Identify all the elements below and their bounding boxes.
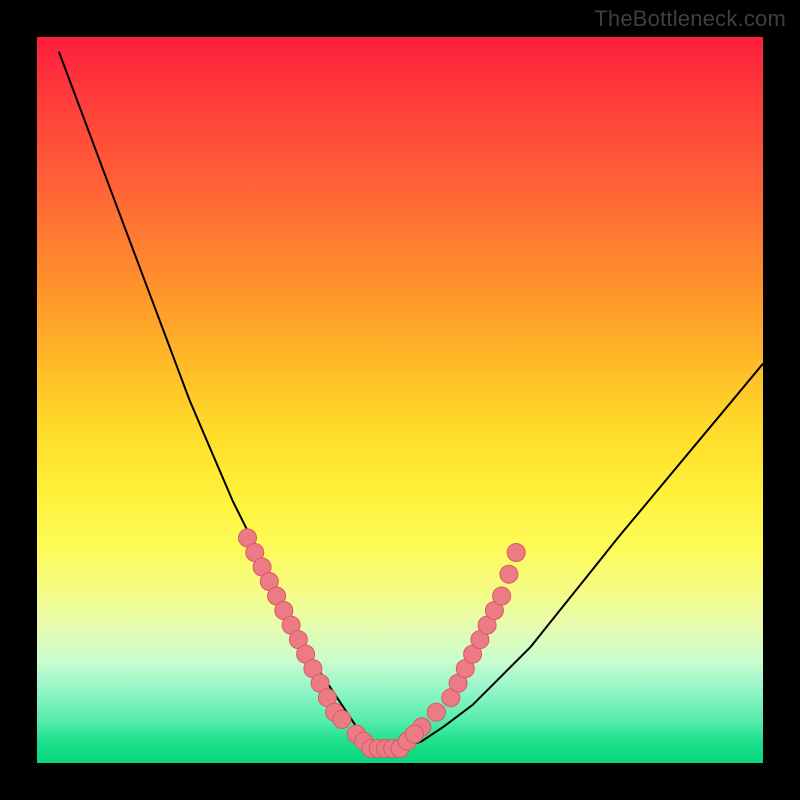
marker-dot: [507, 544, 525, 562]
plot-area: [37, 37, 763, 763]
bottleneck-curve: [59, 52, 763, 749]
marker-dot: [493, 587, 511, 605]
marker-dot: [427, 703, 445, 721]
marker-dot: [500, 565, 518, 583]
marker-group: [239, 529, 526, 758]
marker-dot: [406, 725, 424, 743]
watermark-text: TheBottleneck.com: [594, 6, 786, 32]
chart-frame: TheBottleneck.com: [0, 0, 800, 800]
marker-dot: [333, 710, 351, 728]
chart-svg: [37, 37, 763, 763]
